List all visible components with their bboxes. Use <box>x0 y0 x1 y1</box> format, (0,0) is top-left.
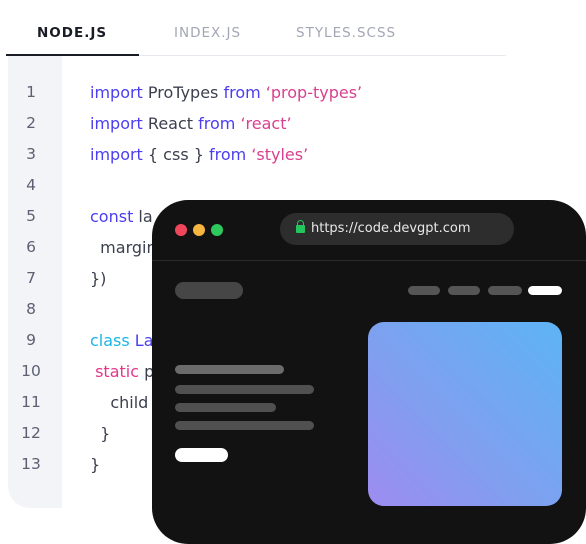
line-number: 7 <box>26 269 36 287</box>
code-text: }) <box>90 263 106 294</box>
code-token: import <box>90 83 143 102</box>
code-token: from <box>209 145 247 164</box>
code-text: import React from ‘react’ <box>90 108 292 139</box>
browser-window: https://code.devgpt.com <box>152 200 586 544</box>
code-line[interactable]: 3 import { css } from ‘styles’ <box>8 139 506 170</box>
code-line[interactable]: 1 import ProTypes from ‘prop-types’ <box>8 77 506 108</box>
code-token: from <box>198 114 236 133</box>
text-line-placeholder <box>175 385 314 394</box>
line-number: 12 <box>21 424 41 442</box>
code-token: from <box>223 83 261 102</box>
code-text: static p <box>90 356 154 387</box>
code-token: margin <box>90 238 157 257</box>
tab-node-js[interactable]: NODE.JS <box>37 25 107 41</box>
code-token: child <box>90 393 149 412</box>
nav-link-placeholder[interactable] <box>448 286 480 295</box>
line-number: 6 <box>26 238 36 256</box>
line-number: 4 <box>26 176 36 194</box>
code-text: child <box>90 387 148 418</box>
line-number: 3 <box>26 145 36 163</box>
line-number: 11 <box>21 393 41 411</box>
code-token: import <box>90 145 143 164</box>
code-line[interactable]: 2 import React from ‘react’ <box>8 108 506 139</box>
nav-link-placeholder[interactable] <box>488 286 522 295</box>
line-number: 2 <box>26 114 36 132</box>
line-number: 13 <box>21 455 41 473</box>
tab-index-js[interactable]: INDEX.JS <box>174 25 241 41</box>
code-text: const la <box>90 201 153 232</box>
code-token: const <box>90 207 134 226</box>
line-number: 5 <box>26 207 36 225</box>
nav-link-placeholder[interactable] <box>528 286 562 295</box>
code-token: La <box>129 331 154 350</box>
close-dot-icon[interactable] <box>175 224 187 236</box>
code-text: margin <box>90 232 157 263</box>
code-token: static <box>90 362 140 381</box>
heading-placeholder <box>175 365 284 374</box>
code-token: ‘styles’ <box>246 145 309 164</box>
cta-button-placeholder[interactable] <box>175 448 228 462</box>
code-token: la <box>133 207 153 226</box>
code-token: ProTypes <box>142 83 224 102</box>
code-token: import <box>90 114 143 133</box>
maximize-dot-icon[interactable] <box>211 224 223 236</box>
code-token: ‘prop-types’ <box>260 83 363 102</box>
text-line-placeholder <box>175 403 276 412</box>
url-text: https://code.devgpt.com <box>311 221 471 236</box>
minimize-dot-icon[interactable] <box>193 224 205 236</box>
code-token: React <box>142 114 199 133</box>
line-number: 8 <box>26 300 36 318</box>
code-token: }) <box>90 269 107 288</box>
logo-placeholder <box>175 282 243 299</box>
nav-link-placeholder[interactable] <box>408 286 440 295</box>
code-token: ‘react’ <box>235 114 292 133</box>
code-text: import ProTypes from ‘prop-types’ <box>90 77 362 108</box>
address-bar[interactable]: https://code.devgpt.com <box>280 213 514 245</box>
line-number: 9 <box>26 331 36 349</box>
line-number: 10 <box>21 362 41 380</box>
text-line-placeholder <box>175 421 314 430</box>
code-token: class <box>90 331 130 350</box>
line-number: 1 <box>26 83 36 101</box>
editor-tabs: NODE.JS INDEX.JS STYLES.SCSS <box>0 0 506 56</box>
hero-image-placeholder <box>368 322 562 506</box>
code-text: import { css } from ‘styles’ <box>90 139 308 170</box>
code-token: { css } <box>142 145 209 164</box>
code-text: } <box>90 418 110 449</box>
code-token: } <box>90 455 101 474</box>
code-line[interactable]: 4 <box>8 170 506 201</box>
tab-styles-scss[interactable]: STYLES.SCSS <box>296 25 396 41</box>
browser-toolbar-divider <box>152 260 586 261</box>
lock-icon <box>296 220 305 233</box>
code-text: } <box>90 449 100 480</box>
code-text: class La <box>90 325 154 356</box>
code-token: } <box>90 424 111 443</box>
